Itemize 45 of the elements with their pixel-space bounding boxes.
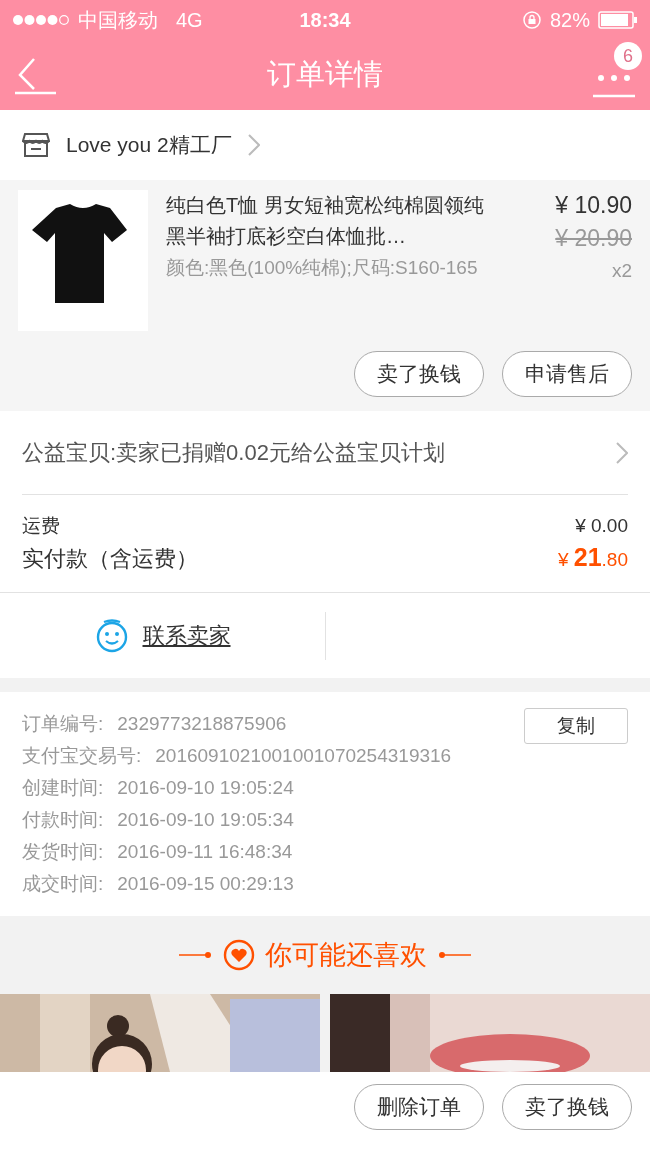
battery-icon: [598, 11, 638, 29]
info-value: 2016-09-10 19:05:24: [117, 776, 294, 800]
charity-notice[interactable]: 公益宝贝:卖家已捐赠0.02元给公益宝贝计划: [22, 437, 445, 468]
action-button[interactable]: 卖了换钱: [502, 1084, 632, 1130]
original-price: ¥ 20.90: [555, 225, 632, 252]
product-quantity: x2: [611, 260, 632, 282]
info-label: 发货时间:: [22, 840, 104, 864]
battery-percent: 82%: [549, 8, 590, 32]
section-title: 你可能还喜欢: [265, 939, 427, 972]
dot-line-icon: [179, 951, 213, 959]
product-spec: 颜色:黑色(100%纯棉);尺码:S160-165: [166, 256, 479, 280]
chevron-right-icon: [616, 441, 628, 464]
carrier-name: 中国移动: [78, 7, 158, 33]
rotation-lock-icon: [521, 10, 542, 30]
info-label: 创建时间:: [22, 776, 104, 800]
action-button[interactable]: 申请售后: [502, 351, 632, 397]
notification-badge: 6: [614, 42, 642, 70]
network-type: 4G: [176, 8, 203, 32]
info-label: 支付宝交易号:: [22, 744, 142, 768]
info-label: 成交时间:: [22, 872, 104, 896]
action-button[interactable]: 删除订单: [354, 1084, 484, 1130]
store-icon: [22, 132, 50, 158]
info-value: 2016-09-15 00:29:13: [117, 872, 294, 896]
product-price: ¥ 10.90: [555, 191, 632, 220]
copy-button[interactable]: 复制: [524, 708, 628, 744]
action-button[interactable]: 卖了换钱: [354, 351, 484, 397]
dot-line-icon: [437, 951, 471, 959]
shop-name[interactable]: Love you 2精工厂: [66, 131, 232, 159]
info-value: 2016091021001001070254319316: [155, 744, 452, 768]
info-label: 付款时间:: [22, 808, 104, 832]
info-label: 订单编号:: [22, 712, 104, 736]
chevron-right-icon: [247, 134, 260, 156]
shipping-fee: ¥ 0.00: [575, 515, 628, 537]
total-label: 实付款（含运费）: [22, 545, 198, 573]
info-value: 2329773218875906: [117, 712, 287, 736]
page-title: 订单详情: [267, 57, 383, 92]
product-title[interactable]: 纯白色T恤 男女短袖宽松纯棉圆领纯黑半袖打底衫空白体恤批…: [166, 190, 496, 252]
info-value: 2016-09-11 16:48:34: [117, 840, 293, 864]
contact-seller-link[interactable]: 联系卖家: [142, 620, 231, 651]
info-value: 2016-09-10 19:05:34: [117, 808, 294, 832]
clock-time: 18:34: [299, 8, 351, 32]
shipping-label: 运费: [22, 514, 60, 538]
signal-icon: [12, 14, 70, 26]
total-amount: ¥ 21.80: [557, 543, 628, 572]
chat-face-icon: [94, 618, 129, 653]
